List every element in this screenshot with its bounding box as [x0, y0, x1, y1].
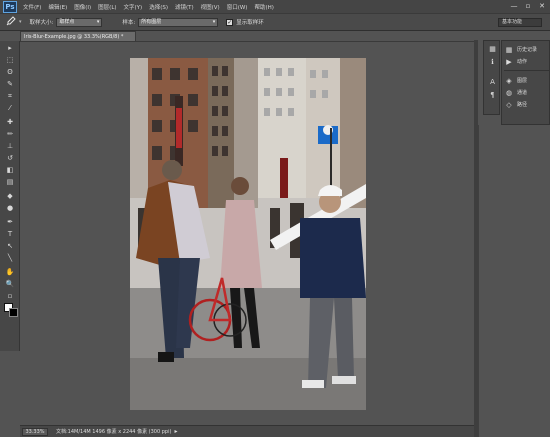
- restore-button[interactable]: ▫: [524, 2, 532, 10]
- menu-file[interactable]: 文件(F): [23, 3, 41, 11]
- channels-icon: ◍: [505, 88, 513, 97]
- menu-image[interactable]: 图像(I): [74, 3, 91, 11]
- menu-bar: Ps 文件(F) 编辑(E) 图像(I) 图层(L) 文字(Y) 选择(S) 滤…: [0, 0, 550, 14]
- menu-window[interactable]: 窗口(W): [227, 3, 248, 11]
- collapsed-panel-icons: ▦ ℹ A ¶: [483, 40, 500, 115]
- hand-tool-icon[interactable]: ✋: [3, 267, 17, 278]
- channels-panel-button[interactable]: ◍ 通道: [504, 87, 550, 98]
- chevron-down-icon: ▾: [212, 18, 216, 25]
- stamp-tool-icon[interactable]: ⊥: [3, 141, 17, 152]
- quick-select-tool-icon[interactable]: ✎: [3, 79, 17, 90]
- tools-panel: ▸ ⬚ ʘ ✎ ⌗ ⁄ ✚ ✏ ⊥ ↺ ◧ ▤ ◆ ● ✒ T ↖ ╲ ✋ 🔍 ▫: [0, 41, 20, 351]
- marquee-tool-icon[interactable]: ⬚: [3, 55, 17, 66]
- panel-group-divider: [504, 70, 549, 71]
- blur-tool-icon[interactable]: ◆: [3, 191, 17, 202]
- photoshop-logo-icon: Ps: [3, 0, 17, 13]
- actions-icon: ▶: [506, 57, 512, 66]
- status-menu-arrow-icon[interactable]: ▸: [174, 428, 177, 435]
- panel-dock: ▦ 历史记录 ▶ 动作 ◈ 图层 ◍ 通道 ◇ 路径: [501, 40, 550, 125]
- color-panel-icon[interactable]: ▦: [487, 44, 498, 54]
- chevron-down-icon: ▾: [96, 18, 100, 25]
- close-window-button[interactable]: ✕: [538, 2, 546, 10]
- sample-size-label: 取样大小:: [29, 20, 54, 26]
- eyedropper-tool-icon[interactable]: ⁄: [3, 103, 17, 114]
- street-photo: [130, 58, 366, 410]
- workspace-value: 基本功能: [502, 19, 523, 25]
- layers-icon: ◈: [506, 76, 512, 85]
- menu-filter[interactable]: 滤镜(T): [175, 3, 194, 11]
- show-ring-checkbox[interactable]: ✓: [226, 18, 234, 26]
- actions-panel-button[interactable]: ▶ 动作: [504, 56, 550, 67]
- show-ring-label: 显示取样环: [236, 20, 264, 26]
- path-select-tool-icon[interactable]: ↖: [3, 241, 17, 252]
- document-info[interactable]: 文档:14M/14M 1496 像素 x 2244 像素 (300 ppi): [56, 428, 171, 435]
- actions-panel-label: 动作: [517, 59, 528, 65]
- eyedropper-icon[interactable]: [4, 16, 18, 28]
- minimize-button[interactable]: —: [510, 2, 518, 10]
- menu-help[interactable]: 帮助(H): [254, 3, 273, 11]
- sample-select[interactable]: 所有图层 ▾: [138, 17, 219, 27]
- default-colors-icon[interactable]: ▫: [3, 291, 17, 302]
- window-controls: — ▫ ✕: [510, 2, 546, 10]
- paths-panel-button[interactable]: ◇ 路径: [504, 99, 550, 110]
- panel-dock-empty-area: [478, 125, 550, 437]
- brush-tool-icon[interactable]: ✏: [3, 129, 17, 140]
- status-bar: 33.33% 文档:14M/14M 1496 像素 x 2244 像素 (300…: [20, 425, 474, 437]
- paragraph-panel-icon[interactable]: ¶: [487, 90, 498, 100]
- document-tab-title: Iris-Blur-Example.jpg @ 33.3%(RGB/8) *: [24, 34, 124, 40]
- healing-tool-icon[interactable]: ✚: [3, 117, 17, 128]
- history-icon: ▦: [505, 45, 513, 54]
- info-panel-icon[interactable]: ℹ: [487, 57, 498, 67]
- paths-icon: ◇: [506, 100, 512, 109]
- sample-size-select[interactable]: 取样点 ▾: [56, 17, 103, 27]
- tool-preset-arrow-icon[interactable]: ▾: [19, 19, 22, 25]
- sample-label: 样本:: [122, 20, 136, 26]
- document-image[interactable]: [130, 58, 366, 410]
- zoom-tool-icon[interactable]: 🔍: [3, 279, 17, 290]
- crop-tool-icon[interactable]: ⌗: [3, 91, 17, 102]
- gradient-tool-icon[interactable]: ▤: [3, 177, 17, 188]
- eraser-tool-icon[interactable]: ◧: [3, 165, 17, 176]
- background-color-swatch[interactable]: [9, 308, 18, 317]
- paths-panel-label: 路径: [517, 102, 528, 108]
- lasso-tool-icon[interactable]: ʘ: [3, 67, 17, 78]
- menu-select[interactable]: 选择(S): [149, 3, 168, 11]
- history-panel-label: 历史记录: [517, 47, 538, 53]
- history-panel-button[interactable]: ▦ 历史记录: [504, 44, 550, 55]
- menu-layer[interactable]: 图层(L): [98, 3, 116, 11]
- zoom-level-field[interactable]: 33.33%: [22, 427, 48, 436]
- type-tool-icon[interactable]: T: [3, 229, 17, 240]
- sample-size-value: 取样点: [59, 18, 75, 25]
- workspace-select[interactable]: 基本功能: [498, 18, 542, 27]
- shape-tool-icon[interactable]: ╲: [3, 253, 17, 264]
- menu-edit[interactable]: 编辑(E): [48, 3, 67, 11]
- layers-panel-button[interactable]: ◈ 图层: [504, 75, 550, 86]
- pen-tool-icon[interactable]: ✒: [3, 217, 17, 228]
- menu-view[interactable]: 视图(V): [201, 3, 220, 11]
- options-bar: ▾ 取样大小: 取样点 ▾ 样本: 所有图层 ▾ ✓ 显示取样环 基本功能: [0, 14, 550, 31]
- sample-value: 所有图层: [141, 18, 162, 25]
- move-tool-icon[interactable]: ▸: [3, 43, 17, 54]
- dodge-tool-icon[interactable]: ●: [3, 203, 17, 214]
- layers-panel-label: 图层: [517, 78, 528, 84]
- menu-type[interactable]: 文字(Y): [124, 3, 143, 11]
- channels-panel-label: 通道: [517, 90, 528, 96]
- character-panel-icon[interactable]: A: [487, 77, 498, 87]
- history-brush-tool-icon[interactable]: ↺: [3, 153, 17, 164]
